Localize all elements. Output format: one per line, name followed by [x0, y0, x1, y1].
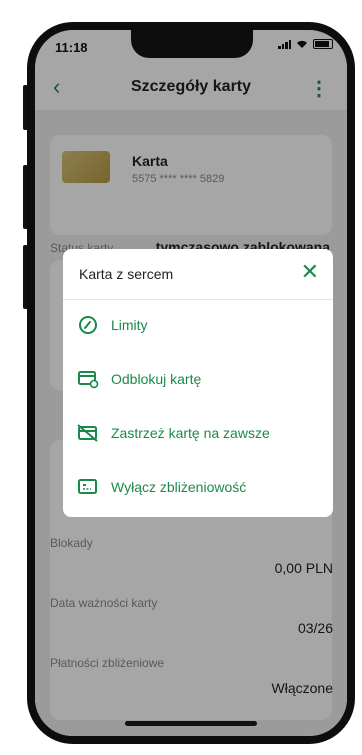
- modal-header: Karta z sercem ✕: [63, 249, 333, 300]
- notch: [131, 30, 253, 58]
- option-label: Wyłącz zbliżeniowość: [111, 479, 247, 495]
- card-options-modal: Karta z sercem ✕ Limity Odblokuj kartę Z…: [63, 249, 333, 517]
- option-block-card[interactable]: Zastrzeż kartę na zawsze: [63, 413, 333, 453]
- option-limits[interactable]: Limity: [63, 305, 333, 345]
- close-button[interactable]: ✕: [301, 261, 319, 283]
- option-unlock-card[interactable]: Odblokuj kartę: [63, 359, 333, 399]
- home-indicator[interactable]: [125, 721, 257, 726]
- option-label: Zastrzeż kartę na zawsze: [111, 425, 270, 441]
- option-label: Limity: [111, 317, 148, 333]
- option-label: Odblokuj kartę: [111, 371, 202, 387]
- option-disable-contactless[interactable]: Wyłącz zbliżeniowość: [63, 467, 333, 507]
- modal-title: Karta z sercem: [79, 266, 174, 282]
- card-block-icon: [77, 422, 99, 444]
- card-unlock-icon: [77, 368, 99, 390]
- contactless-card-icon: [77, 476, 99, 498]
- phone-screen: 11:18 ‹ Szczegóły karty ⋮ Karta 5575 ***…: [35, 30, 347, 736]
- gauge-icon: [77, 314, 99, 336]
